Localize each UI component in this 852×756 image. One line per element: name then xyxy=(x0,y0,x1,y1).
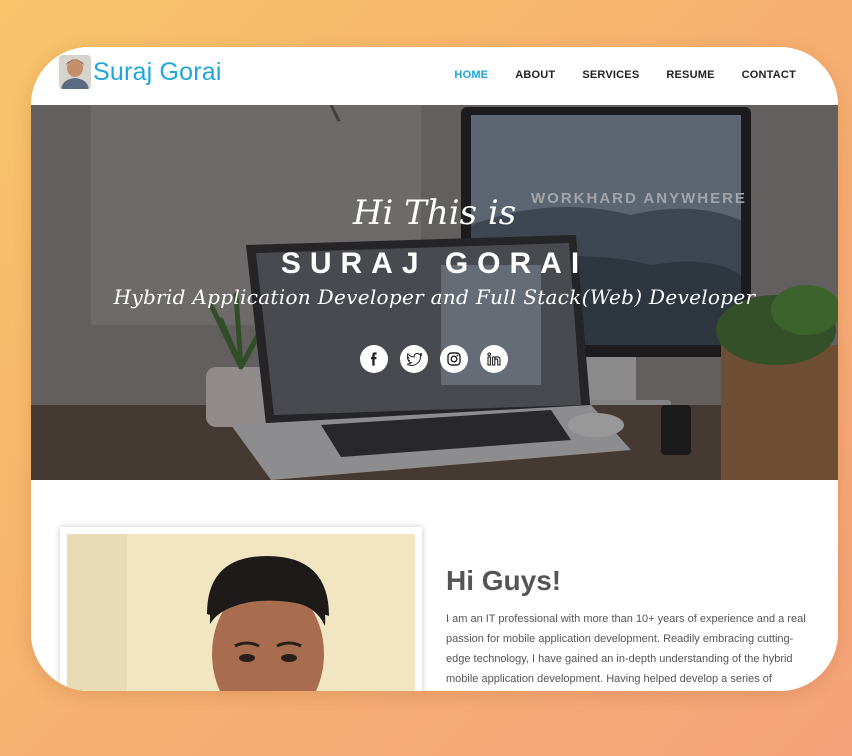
profile-photo xyxy=(67,534,415,691)
avatar xyxy=(59,55,91,89)
hero-greeting: Hi This is xyxy=(352,193,517,233)
instagram-icon xyxy=(447,352,461,366)
instagram-link[interactable] xyxy=(440,345,468,373)
facebook-link[interactable] xyxy=(360,345,388,373)
about-section: Hi Guys! I am an IT professional with mo… xyxy=(31,480,838,691)
hero-name: SURAJ GORAI xyxy=(280,247,589,280)
hero-section: WORKHARD ANYWHERE Hi This is SURAJ GORAI… xyxy=(31,105,838,480)
nav-home[interactable]: HOME xyxy=(454,69,488,81)
linkedin-link[interactable] xyxy=(480,345,508,373)
navbar: Suraj Gorai HOME ABOUT SERVICES RESUME C… xyxy=(31,47,838,105)
hero-role: Hybrid Application Developer and Full St… xyxy=(113,285,756,309)
linkedin-icon xyxy=(487,352,501,366)
nav-contact[interactable]: CONTACT xyxy=(742,69,796,81)
about-bio: I am an IT professional with more than 1… xyxy=(446,613,806,685)
twitter-link[interactable] xyxy=(400,345,428,373)
browser-frame: Suraj Gorai HOME ABOUT SERVICES RESUME C… xyxy=(31,47,838,691)
nav-services[interactable]: SERVICES xyxy=(582,69,639,81)
social-links xyxy=(360,345,508,373)
profile-photo-card xyxy=(60,527,422,691)
facebook-icon xyxy=(371,352,377,366)
brand-name: Suraj Gorai xyxy=(93,57,222,86)
nav-resume[interactable]: RESUME xyxy=(666,69,714,81)
about-heading: Hi Guys! xyxy=(446,565,562,596)
main-menu: HOME ABOUT SERVICES RESUME CONTACT xyxy=(427,69,796,81)
twitter-icon xyxy=(406,352,422,366)
brand[interactable]: Suraj Gorai xyxy=(59,55,222,89)
profile-photo-image xyxy=(67,534,415,691)
nav-about[interactable]: ABOUT xyxy=(515,69,555,81)
